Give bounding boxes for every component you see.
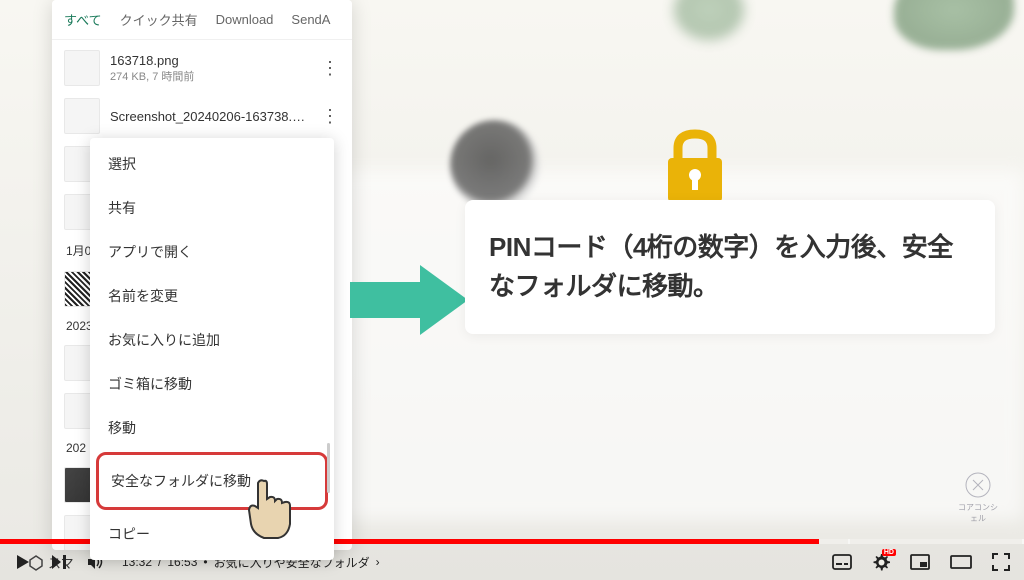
tab-bar: すべて クイック共有 Download SendA xyxy=(52,0,352,40)
file-thumbnail xyxy=(64,50,100,86)
tab-all[interactable]: すべて xyxy=(64,10,102,29)
instruction-card: PINコード（4桁の数字）を入力後、安全なフォルダに移動。 xyxy=(465,200,995,334)
file-thumbnail xyxy=(64,98,100,134)
play-button[interactable] xyxy=(14,553,32,571)
menu-move[interactable]: 移動 xyxy=(90,406,334,450)
subtitles-button[interactable] xyxy=(832,554,852,570)
watermark: コアコンシェル xyxy=(958,470,998,520)
arrow-icon xyxy=(350,260,470,345)
menu-add-favorite[interactable]: お気に入りに追加 xyxy=(90,318,334,362)
menu-open-with[interactable]: アプリで開く xyxy=(90,230,334,274)
menu-select[interactable]: 選択 xyxy=(90,142,334,186)
tab-sendanywhere[interactable]: SendA xyxy=(291,12,330,27)
more-icon[interactable]: ⋮ xyxy=(320,58,340,79)
instruction-text: PINコード（4桁の数字）を入力後、安全なフォルダに移動。 xyxy=(489,228,971,306)
more-icon[interactable]: ⋮ xyxy=(320,106,340,127)
next-button[interactable] xyxy=(50,553,68,571)
tab-quickshare[interactable]: クイック共有 xyxy=(120,10,198,29)
menu-rename[interactable]: 名前を変更 xyxy=(90,274,334,318)
miniplayer-button[interactable] xyxy=(910,554,930,570)
scrollbar[interactable] xyxy=(327,443,330,493)
hd-badge: HD xyxy=(882,549,896,556)
tab-download[interactable]: Download xyxy=(216,12,274,27)
file-name: Screenshot_20240206-163738.png xyxy=(110,109,310,124)
menu-share[interactable]: 共有 xyxy=(90,186,334,230)
file-meta: 274 KB, 7 時間前 xyxy=(110,68,310,84)
settings-button[interactable]: HD xyxy=(872,553,890,571)
theater-button[interactable] xyxy=(950,555,972,569)
file-row[interactable]: 163718.png 274 KB, 7 時間前 ⋮ xyxy=(52,44,352,92)
fullscreen-button[interactable] xyxy=(992,553,1010,571)
menu-trash[interactable]: ゴミ箱に移動 xyxy=(90,362,334,406)
file-name: 163718.png xyxy=(110,53,310,68)
pointer-hand-icon xyxy=(240,476,300,546)
chevron-right-icon[interactable]: › xyxy=(376,555,380,569)
file-row[interactable]: Screenshot_20240206-163738.png ⋮ xyxy=(52,92,352,140)
